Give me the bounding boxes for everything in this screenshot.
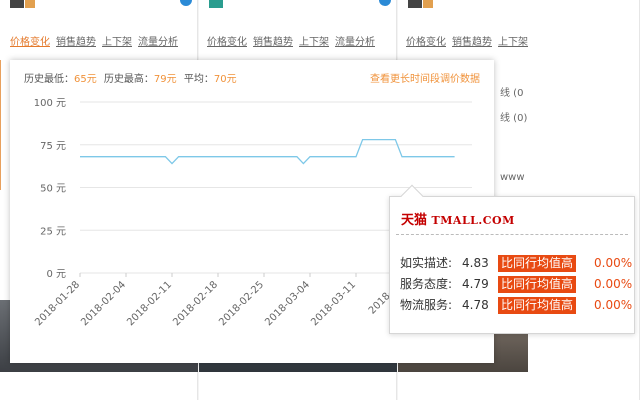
product-thumb-badge (423, 0, 433, 8)
link-listing[interactable]: 上下架 (102, 37, 132, 48)
tmall-logo-en: TMALL.COM (431, 214, 515, 227)
link-sales-trend[interactable]: 销售趋势 (56, 37, 96, 48)
divider (396, 234, 628, 235)
rating-score: 4.79 (462, 277, 489, 291)
link-price-change[interactable]: 价格变化 (10, 37, 50, 48)
rating-badge: 比同行均值高 (498, 276, 577, 293)
price-series-line (80, 138, 455, 165)
tmall-logo: 天猫 TMALL.COM (401, 209, 515, 228)
rating-score: 4.78 (462, 298, 489, 312)
x-tick-label: 2018-02-18 (171, 279, 220, 328)
y-tick-label: 50 元 (40, 184, 66, 195)
link-listing[interactable]: 上下架 (498, 37, 528, 48)
link-price-change[interactable]: 价格变化 (406, 37, 446, 48)
y-tick-label: 75 元 (40, 141, 66, 152)
column-highlight (0, 60, 1, 190)
link-traffic[interactable]: 流量分析 (138, 37, 178, 48)
rating-badge: 比同行均值高 (498, 255, 577, 272)
x-tick-label: 2018-01-28 (33, 279, 82, 328)
rating-percent: 0.00% (594, 256, 633, 270)
tmall-logo-cn: 天猫 (401, 213, 428, 228)
link-price-change[interactable]: 价格变化 (207, 37, 247, 48)
product-links-2: 价格变化 销售趋势 上下架 流量分析 (207, 33, 381, 48)
side-text: 线 (0) (500, 113, 528, 124)
rating-row-service: 服务态度: 4.79 比同行均值高 0.00% (400, 275, 632, 293)
x-tick-label: 2018-02-25 (217, 279, 266, 328)
info-icon[interactable] (180, 0, 192, 6)
link-sales-trend[interactable]: 销售趋势 (253, 37, 293, 48)
x-tick-label: 2018-03-11 (309, 279, 358, 328)
x-tick-label: 2018-02-11 (125, 279, 174, 328)
product-links-3: 价格变化 销售趋势 上下架 (406, 33, 534, 48)
product-thumb (10, 0, 24, 8)
rating-percent: 0.00% (594, 298, 633, 312)
rating-row-description: 如实描述: 4.83 比同行均值高 0.00% (400, 254, 632, 272)
link-sales-trend[interactable]: 销售趋势 (452, 37, 492, 48)
product-thumb-badge (25, 0, 35, 8)
rating-label: 服务态度: (400, 277, 453, 291)
y-tick-label: 0 元 (46, 269, 66, 280)
product-links-1: 价格变化 销售趋势 上下架 流量分析 (10, 33, 184, 48)
rating-badge: 比同行均值高 (498, 297, 577, 314)
product-thumb (408, 0, 422, 8)
side-text: 线 (0 (500, 88, 524, 99)
rating-percent: 0.00% (594, 277, 633, 291)
product-thumb (209, 0, 223, 8)
y-tick-label: 25 元 (40, 226, 66, 237)
side-text: www (500, 172, 525, 183)
link-listing[interactable]: 上下架 (299, 37, 329, 48)
x-tick-label: 2018-02-04 (79, 279, 128, 328)
info-icon[interactable] (379, 0, 391, 6)
rating-score: 4.83 (462, 256, 489, 270)
store-rating-popup: 天猫 TMALL.COM 如实描述: 4.83 比同行均值高 0.00% 服务态度: 4… (389, 184, 635, 334)
link-traffic[interactable]: 流量分析 (335, 37, 375, 48)
rating-label: 物流服务: (400, 298, 453, 312)
x-tick-label: 2018-03-04 (263, 279, 312, 328)
rating-row-logistics: 物流服务: 4.78 比同行均值高 0.00% (400, 296, 632, 314)
rating-label: 如实描述: (400, 256, 453, 270)
y-tick-label: 100 元 (34, 98, 66, 109)
